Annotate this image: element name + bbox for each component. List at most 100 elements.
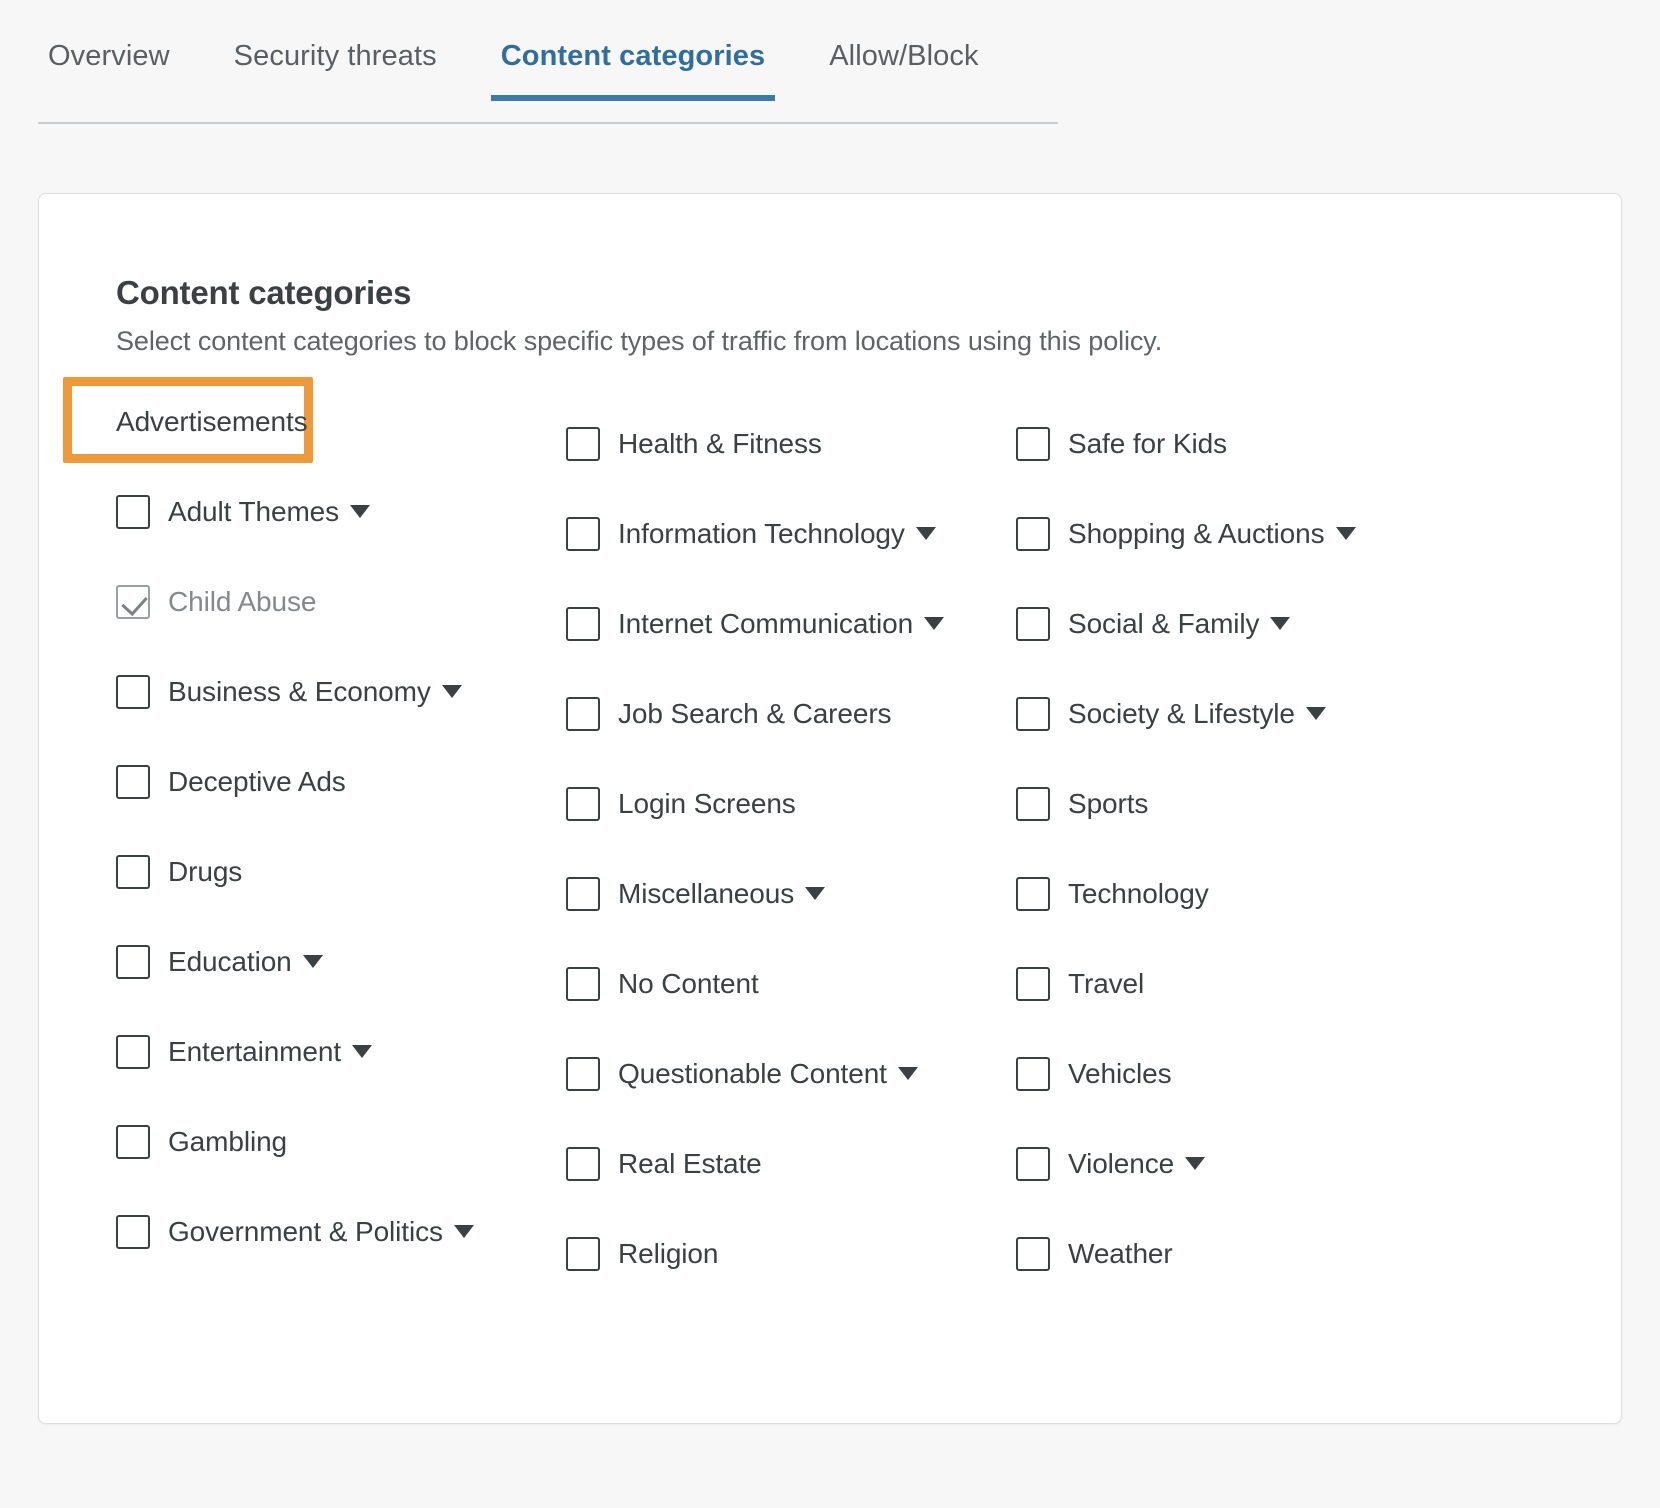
checkbox-questionable-content[interactable]	[566, 1057, 600, 1091]
category-row-travel[interactable]: Travel	[1016, 961, 1466, 1007]
chevron-down-icon[interactable]	[441, 685, 462, 699]
chevron-down-icon[interactable]	[915, 527, 936, 541]
chevron-down-icon[interactable]	[805, 887, 826, 901]
checkbox-label-gambling: Gambling	[168, 1126, 288, 1157]
category-row-miscellaneous[interactable]: Miscellaneous	[566, 871, 1016, 917]
chevron-down-icon[interactable]	[453, 1225, 474, 1239]
category-row-vehicles[interactable]: Vehicles	[1016, 1051, 1466, 1097]
chevron-down-icon[interactable]	[350, 505, 371, 519]
chevron-down-icon[interactable]	[302, 955, 323, 969]
checkbox-label-business-and-economy: Business & Economy	[168, 676, 462, 708]
category-row-advertisements[interactable]: Advertisements	[63, 377, 566, 463]
checkbox-label-education: Education	[168, 946, 323, 978]
checkbox-label-job-search-and-careers: Job Search & Careers	[618, 698, 892, 729]
category-columns: Advertisements Adult Themes Child Abuse Bus…	[63, 377, 1621, 1277]
checkbox-label-login-screens: Login Screens	[618, 788, 796, 819]
checkbox-internet-communication[interactable]	[566, 607, 600, 641]
checkbox-safe-for-kids[interactable]	[1016, 427, 1050, 461]
category-row-health-and-fitness[interactable]: Health & Fitness	[566, 421, 1016, 467]
checkbox-label-technology: Technology	[1068, 878, 1209, 909]
checkbox-shopping-and-auctions[interactable]	[1016, 517, 1050, 551]
category-row-drugs[interactable]: Drugs	[116, 849, 566, 895]
category-row-weather[interactable]: Weather	[1016, 1231, 1466, 1277]
category-row-education[interactable]: Education	[116, 939, 566, 985]
category-row-violence[interactable]: Violence	[1016, 1141, 1466, 1187]
checkbox-business-and-economy[interactable]	[116, 675, 150, 709]
content-categories-page: Overview Security threats Content categori…	[0, 0, 1660, 1508]
category-row-religion[interactable]: Religion	[566, 1231, 1016, 1277]
card-body: Content categories Select content catego…	[39, 194, 1621, 1277]
checkbox-travel[interactable]	[1016, 967, 1050, 1001]
chevron-down-icon[interactable]	[897, 1067, 918, 1081]
checkbox-technology[interactable]	[1016, 877, 1050, 911]
category-row-login-screens[interactable]: Login Screens	[566, 781, 1016, 827]
tab-content-categories[interactable]: Content categories	[490, 34, 776, 101]
tab-security-threats[interactable]: Security threats	[224, 34, 447, 99]
tab-overview[interactable]: Overview	[38, 34, 180, 99]
checkbox-label-adult-themes: Adult Themes	[168, 496, 371, 528]
checkbox-social-and-family[interactable]	[1016, 607, 1050, 641]
checkbox-weather[interactable]	[1016, 1237, 1050, 1271]
category-row-questionable-content[interactable]: Questionable Content	[566, 1051, 1016, 1097]
tab-allow-block[interactable]: Allow/Block	[819, 34, 988, 99]
checkbox-label-vehicles: Vehicles	[1068, 1058, 1172, 1089]
category-row-government-and-politics[interactable]: Government & Politics	[116, 1209, 566, 1255]
checkbox-religion[interactable]	[566, 1237, 600, 1271]
checkbox-education[interactable]	[116, 945, 150, 979]
chevron-down-icon[interactable]	[1270, 617, 1291, 631]
category-row-gambling[interactable]: Gambling	[116, 1119, 566, 1165]
checkbox-entertainment[interactable]	[116, 1035, 150, 1069]
category-row-shopping-and-auctions[interactable]: Shopping & Auctions	[1016, 511, 1466, 557]
checkbox-label-internet-communication: Internet Communication	[618, 608, 945, 640]
category-row-deceptive-ads[interactable]: Deceptive Ads	[116, 759, 566, 805]
category-row-technology[interactable]: Technology	[1016, 871, 1466, 917]
category-column-2: Health & Fitness Information Technology In…	[566, 399, 1016, 1277]
checkbox-vehicles[interactable]	[1016, 1057, 1050, 1091]
category-row-adult-themes[interactable]: Adult Themes	[116, 489, 566, 535]
checkbox-label-child-abuse: Child Abuse	[168, 586, 317, 617]
checkbox-label-deceptive-ads: Deceptive Ads	[168, 766, 346, 797]
checkbox-no-content[interactable]	[566, 967, 600, 1001]
checkbox-gambling[interactable]	[116, 1125, 150, 1159]
category-row-society-and-lifestyle[interactable]: Society & Lifestyle	[1016, 691, 1466, 737]
category-row-safe-for-kids[interactable]: Safe for Kids	[1016, 421, 1466, 467]
chevron-down-icon[interactable]	[352, 1045, 373, 1059]
checkbox-miscellaneous[interactable]	[566, 877, 600, 911]
chevron-down-icon[interactable]	[1305, 707, 1326, 721]
checkbox-health-and-fitness[interactable]	[566, 427, 600, 461]
checkbox-government-and-politics[interactable]	[116, 1215, 150, 1249]
category-row-child-abuse[interactable]: Child Abuse	[116, 579, 566, 625]
category-row-no-content[interactable]: No Content	[566, 961, 1016, 1007]
checkbox-label-sports: Sports	[1068, 788, 1149, 819]
chevron-down-icon[interactable]	[1185, 1157, 1206, 1171]
page-title: Content categories	[116, 274, 412, 311]
category-row-sports[interactable]: Sports	[1016, 781, 1466, 827]
checkbox-real-estate[interactable]	[566, 1147, 600, 1181]
category-row-information-technology[interactable]: Information Technology	[566, 511, 1016, 557]
checkbox-label-society-and-lifestyle: Society & Lifestyle	[1068, 698, 1326, 730]
category-row-job-search-and-careers[interactable]: Job Search & Careers	[566, 691, 1016, 737]
checkbox-label-shopping-and-auctions: Shopping & Auctions	[1068, 518, 1356, 550]
checkbox-label-travel: Travel	[1068, 968, 1145, 999]
checkbox-job-search-and-careers[interactable]	[566, 697, 600, 731]
category-row-social-and-family[interactable]: Social & Family	[1016, 601, 1466, 647]
checkbox-sports[interactable]	[1016, 787, 1050, 821]
checkbox-violence[interactable]	[1016, 1147, 1050, 1181]
checkbox-label-safe-for-kids: Safe for Kids	[1068, 428, 1228, 459]
checkbox-label-health-and-fitness: Health & Fitness	[618, 428, 822, 459]
checkbox-information-technology[interactable]	[566, 517, 600, 551]
chevron-down-icon[interactable]	[1335, 527, 1356, 541]
category-row-business-and-economy[interactable]: Business & Economy	[116, 669, 566, 715]
checkbox-label-weather: Weather	[1068, 1238, 1173, 1269]
category-row-entertainment[interactable]: Entertainment	[116, 1029, 566, 1075]
chevron-down-icon[interactable]	[924, 617, 945, 631]
checkbox-adult-themes[interactable]	[116, 495, 150, 529]
category-row-real-estate[interactable]: Real Estate	[566, 1141, 1016, 1187]
checkbox-deceptive-ads[interactable]	[116, 765, 150, 799]
category-row-internet-communication[interactable]: Internet Communication	[566, 601, 1016, 647]
checkbox-label-real-estate: Real Estate	[618, 1148, 762, 1179]
checkbox-label-miscellaneous: Miscellaneous	[618, 878, 826, 910]
checkbox-society-and-lifestyle[interactable]	[1016, 697, 1050, 731]
checkbox-drugs[interactable]	[116, 855, 150, 889]
checkbox-login-screens[interactable]	[566, 787, 600, 821]
